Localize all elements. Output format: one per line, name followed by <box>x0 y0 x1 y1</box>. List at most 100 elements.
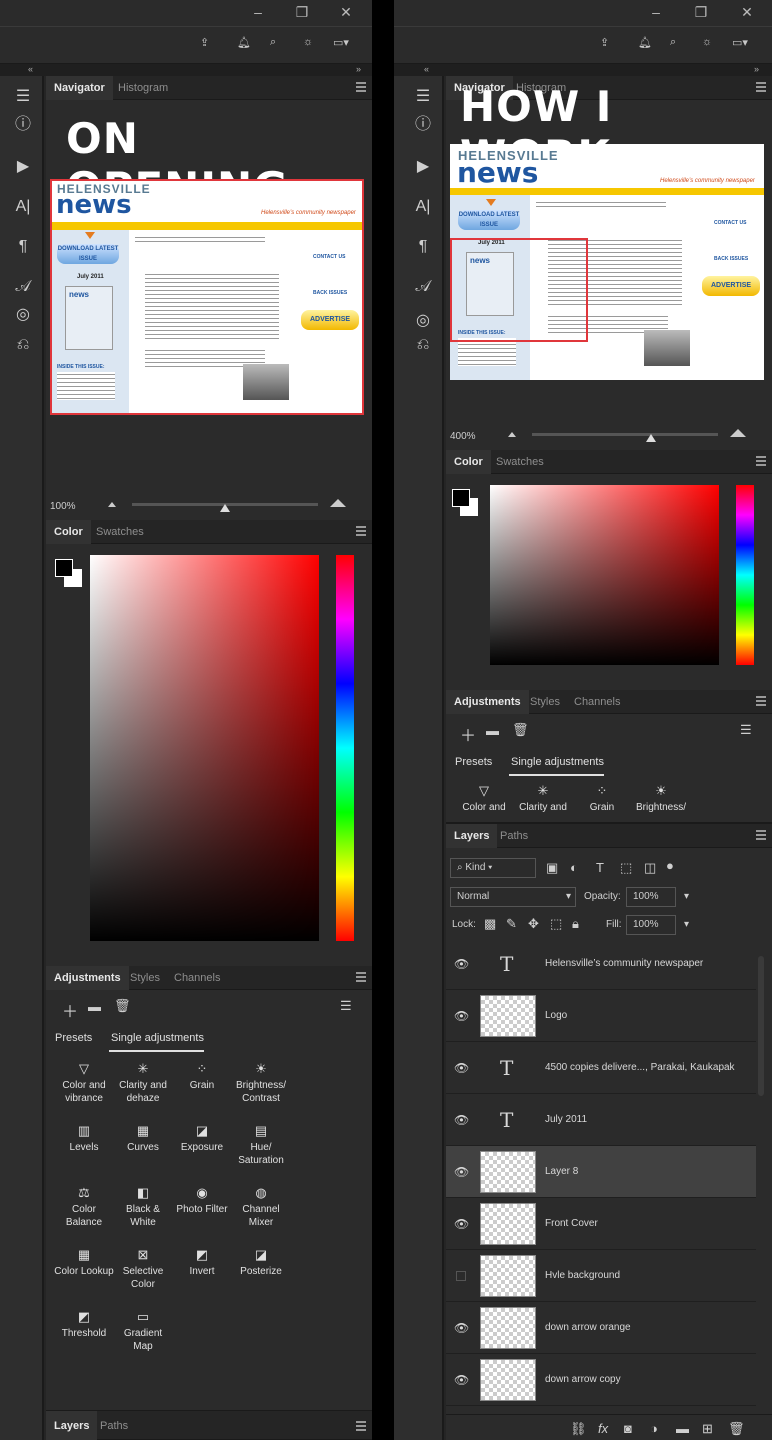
color-field[interactable] <box>90 555 319 941</box>
zoom-out-icon[interactable] <box>108 502 116 507</box>
filter-smart-icon[interactable]: ◫ <box>644 860 656 876</box>
mask-icon[interactable]: ◙ <box>624 1421 632 1436</box>
layer-row[interactable]: 👁︎ T 4500 copies delivere..., Parakai, Kau… <box>446 1042 756 1094</box>
hue-slider[interactable] <box>336 555 354 941</box>
collapse-bar[interactable]: «» <box>0 64 372 76</box>
adjustment-item[interactable]: ▤ Hue/ Saturation <box>231 1124 291 1167</box>
new-layer-icon[interactable]: ⊞ <box>702 1421 713 1437</box>
adjustment-item[interactable]: ◍ Channel Mixer <box>231 1186 291 1229</box>
view-box[interactable] <box>50 179 364 415</box>
zoom-value[interactable]: 100% <box>50 501 76 512</box>
zoom-thumb[interactable] <box>646 434 656 442</box>
glyphs-icon[interactable]: 𝒜 <box>12 276 34 298</box>
trash-icon[interactable]: 🗑︎ <box>512 722 529 738</box>
restore-icon[interactable]: ❐ <box>689 3 713 21</box>
search-icon[interactable]: ⌕ <box>270 36 290 56</box>
lock-all-icon[interactable]: 🔒︎ <box>572 916 579 932</box>
tab-layers[interactable]: Layers <box>46 1411 98 1440</box>
panel-menu-icon[interactable] <box>356 82 366 92</box>
eye-icon[interactable]: 👁︎ <box>454 1061 469 1075</box>
adjustment-item[interactable]: ✳ Clarity and <box>513 784 573 814</box>
tab-styles[interactable]: Styles <box>522 690 568 714</box>
add-icon[interactable]: ＋ <box>460 722 476 746</box>
adjustment-item[interactable]: ✳ Clarity and dehaze <box>113 1062 173 1105</box>
tab-channels[interactable]: Channels <box>566 690 628 714</box>
lock-move-icon[interactable]: ✥ <box>528 916 539 932</box>
filter-adjustment-icon[interactable]: ◐ <box>570 860 578 875</box>
play-icon[interactable]: ▶ <box>412 156 434 178</box>
tab-channels[interactable]: Channels <box>166 966 228 990</box>
eye-icon[interactable]: 👁︎ <box>454 957 469 971</box>
navigator-icon[interactable]: ◎ <box>12 304 34 326</box>
collapse-bar[interactable]: «» <box>394 64 772 76</box>
glyphs-icon[interactable]: 𝒜 <box>412 276 434 298</box>
info-icon[interactable]: ⓘ <box>12 114 34 136</box>
filter-toggle-icon[interactable]: ● <box>666 858 674 873</box>
list-icon[interactable]: ☰ <box>340 998 352 1014</box>
workspace-icon[interactable]: ▭▾ <box>333 36 353 56</box>
layers-menu-icon[interactable] <box>756 830 766 840</box>
properties-icon[interactable]: ☰ <box>412 86 434 108</box>
layer-row[interactable]: 👁︎ Logo <box>446 990 756 1042</box>
adjustment-item[interactable]: ☀ Brightness/ <box>631 784 691 814</box>
minimize-icon[interactable]: – <box>246 3 270 21</box>
minimize-icon[interactable]: – <box>644 3 668 21</box>
eye-icon[interactable]: 👁︎ <box>454 1165 469 1179</box>
layer-row[interactable]: 👁︎ T Helensville’s community newspaper <box>446 938 756 990</box>
adjustment-item[interactable]: ▥ Levels <box>54 1124 114 1154</box>
color-menu-icon[interactable] <box>356 526 366 536</box>
close-icon[interactable]: ✕ <box>334 3 358 21</box>
add-icon[interactable]: ＋ <box>62 998 78 1022</box>
search-icon[interactable]: ⌕ <box>670 36 690 56</box>
play-icon[interactable]: ▶ <box>12 156 34 178</box>
folder-icon[interactable]: ▬ <box>88 999 101 1014</box>
layers-menu-icon[interactable] <box>356 1421 366 1431</box>
opacity-input[interactable]: 100% ▾ <box>626 887 689 907</box>
filter-type-icon[interactable]: T <box>596 860 604 875</box>
restore-icon[interactable]: ❐ <box>290 3 314 21</box>
adjustment-layer-icon[interactable]: ◑ <box>650 1421 658 1436</box>
foreground-swatch[interactable] <box>452 489 470 507</box>
zoom-out-icon[interactable] <box>508 432 516 437</box>
zoom-slider[interactable] <box>532 433 718 436</box>
tab-color[interactable]: Color <box>446 450 491 474</box>
lightbulb-icon[interactable]: ☼ <box>702 36 722 56</box>
eye-icon[interactable]: 👁︎ <box>454 1373 469 1387</box>
tab-single-adjustments[interactable]: Single adjustments <box>511 756 604 768</box>
layer-row[interactable]: 👁︎ down arrow copy <box>446 1354 756 1406</box>
adjustment-item[interactable]: ▦ Curves <box>113 1124 173 1154</box>
eye-icon[interactable]: 👁︎ <box>454 1321 469 1335</box>
adjustment-item[interactable]: ◉ Photo Filter <box>172 1186 232 1216</box>
adjustment-item[interactable]: ◩ Threshold <box>54 1310 114 1340</box>
view-box[interactable] <box>450 238 588 342</box>
history-icon[interactable]: ⎌ <box>12 334 34 356</box>
folder-icon[interactable]: ▬ <box>486 723 499 738</box>
lightbulb-icon[interactable]: ☼ <box>303 36 323 56</box>
adjustment-item[interactable]: ▦ Color Lookup <box>54 1248 114 1278</box>
adjustment-item[interactable]: ◪ Posterize <box>231 1248 291 1278</box>
character-icon[interactable]: A| <box>412 196 434 218</box>
adjustment-item[interactable]: ◩ Invert <box>172 1248 232 1278</box>
adjustment-item[interactable]: ▽ Color and <box>454 784 514 814</box>
paragraph-icon[interactable]: ¶ <box>412 236 434 258</box>
adjustment-item[interactable]: ⁘ Grain <box>172 1062 232 1092</box>
zoom-in-icon[interactable] <box>330 499 346 507</box>
adjustment-item[interactable]: ⊠ Selective Color <box>113 1248 173 1291</box>
zoom-in-icon[interactable] <box>730 429 746 437</box>
close-icon[interactable]: ✕ <box>735 3 759 21</box>
blend-mode-select[interactable]: Normal ▾ <box>450 887 576 907</box>
group-icon[interactable]: ▬ <box>676 1421 689 1436</box>
foreground-swatch[interactable] <box>55 559 73 577</box>
lock-paint-icon[interactable]: ✎ <box>506 916 517 932</box>
workspace-icon[interactable]: ▭▾ <box>732 36 752 56</box>
tab-layers[interactable]: Layers <box>446 824 498 848</box>
kind-filter[interactable]: ⌕ Kind ▾ <box>450 858 536 878</box>
layer-row[interactable]: Hvle background <box>446 1250 756 1302</box>
tab-adjustments[interactable]: Adjustments <box>46 966 129 990</box>
character-icon[interactable]: A| <box>12 196 34 218</box>
fx-icon[interactable]: fx <box>598 1421 608 1436</box>
adjustment-item[interactable]: ☀ Brightness/ Contrast <box>231 1062 291 1105</box>
adjustment-item[interactable]: ◪ Exposure <box>172 1124 232 1154</box>
fill-input[interactable]: 100% ▾ <box>626 915 689 935</box>
tab-single-adjustments[interactable]: Single adjustments <box>111 1032 204 1044</box>
